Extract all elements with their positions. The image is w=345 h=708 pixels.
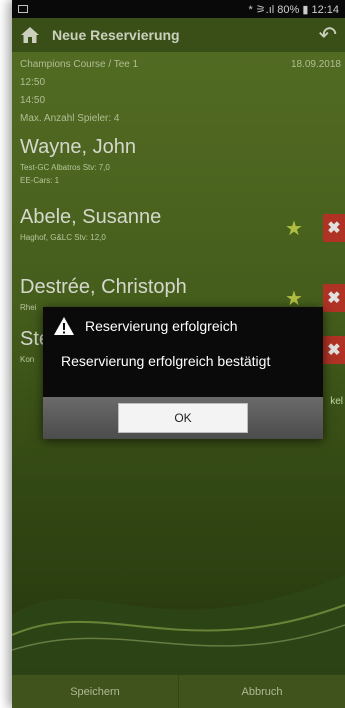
phone-frame: * ⚞.ıl 80% ▮ 12:14 Neue Reservierung ↶ C… (12, 0, 345, 708)
dialog-header: Reservierung erfolgreich (43, 307, 323, 345)
success-dialog: Reservierung erfolgreich Reservierung er… (43, 307, 323, 439)
warning-icon (54, 317, 74, 335)
dialog-message: Reservierung erfolgreich bestätigt (61, 353, 271, 369)
obscured-edge-text: kel (330, 396, 343, 407)
ok-button[interactable]: OK (118, 403, 248, 433)
dialog-title: Reservierung erfolgreich (85, 318, 238, 334)
dialog-footer: OK (43, 397, 323, 439)
